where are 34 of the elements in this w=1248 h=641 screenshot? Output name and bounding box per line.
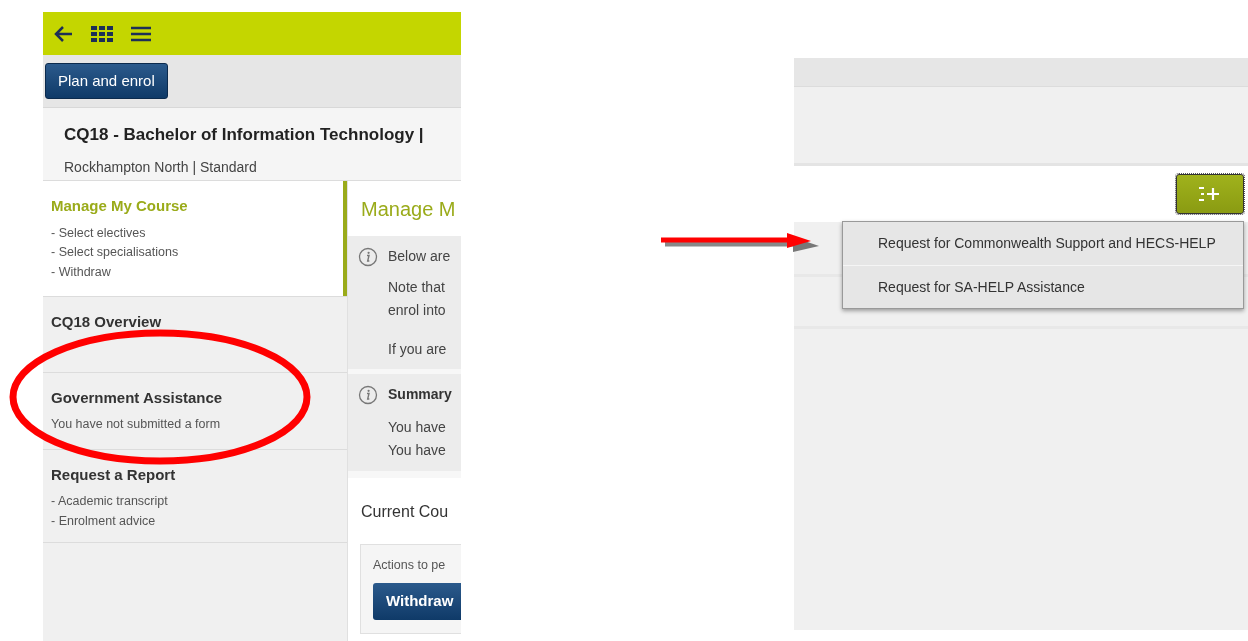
sidebar-item-text: - Select electives	[51, 224, 147, 242]
info-text: Note that	[388, 278, 446, 297]
summary-text: You have	[388, 418, 447, 437]
sidebar-item-title: Government Assistance	[51, 387, 224, 408]
info-icon	[358, 246, 378, 267]
actions-label: Actions to pe	[373, 557, 447, 574]
sidebar-item-text: - Select specialisations	[51, 244, 180, 262]
add-form-button[interactable]	[1176, 174, 1244, 214]
menu-icon[interactable]	[131, 25, 151, 42]
sidebar-item-text: - Enrolment advice	[51, 513, 157, 530]
section-heading: Manage M	[348, 181, 461, 236]
section-heading: Current Cou	[361, 502, 448, 522]
info-text: If you are	[388, 340, 448, 359]
grid-icon[interactable]	[91, 25, 113, 42]
course-subtitle: Rockhampton North | Standard	[64, 157, 258, 177]
sidebar-item-title: CQ18 Overview	[51, 311, 163, 332]
withdraw-button[interactable]: Withdraw	[373, 582, 461, 620]
summary-title: Summary	[388, 385, 452, 404]
menu-item[interactable]: Request for Commonwealth Support and HECS-HELP	[843, 222, 1243, 265]
menu-item[interactable]: Request for SA-HELP Assistance	[843, 265, 1243, 308]
sidebar-item-title: Request a Report	[51, 464, 177, 485]
summary-text: You have	[388, 441, 447, 460]
sidebar-item-title: Manage My Course	[51, 196, 189, 216]
add-list-icon	[1199, 186, 1221, 202]
sidebar-item-text: You have not submitted a form	[51, 416, 222, 434]
info-text: enrol into	[388, 301, 447, 320]
back-arrow-icon[interactable]	[53, 24, 73, 43]
plan-and-enrol-button[interactable]: Plan and enrol	[45, 63, 168, 99]
sidebar-item-text: - Academic transcript	[51, 493, 169, 511]
info-icon	[358, 384, 378, 405]
course-title: CQ18 - Bachelor of Information Technology |	[64, 124, 425, 146]
sidebar-item[interactable]: Manage My Course - Select electives - Select specialisations - Withdraw	[43, 181, 347, 297]
sidebar-item-text: - Withdraw	[51, 264, 112, 281]
info-text: Below are	[388, 247, 451, 266]
